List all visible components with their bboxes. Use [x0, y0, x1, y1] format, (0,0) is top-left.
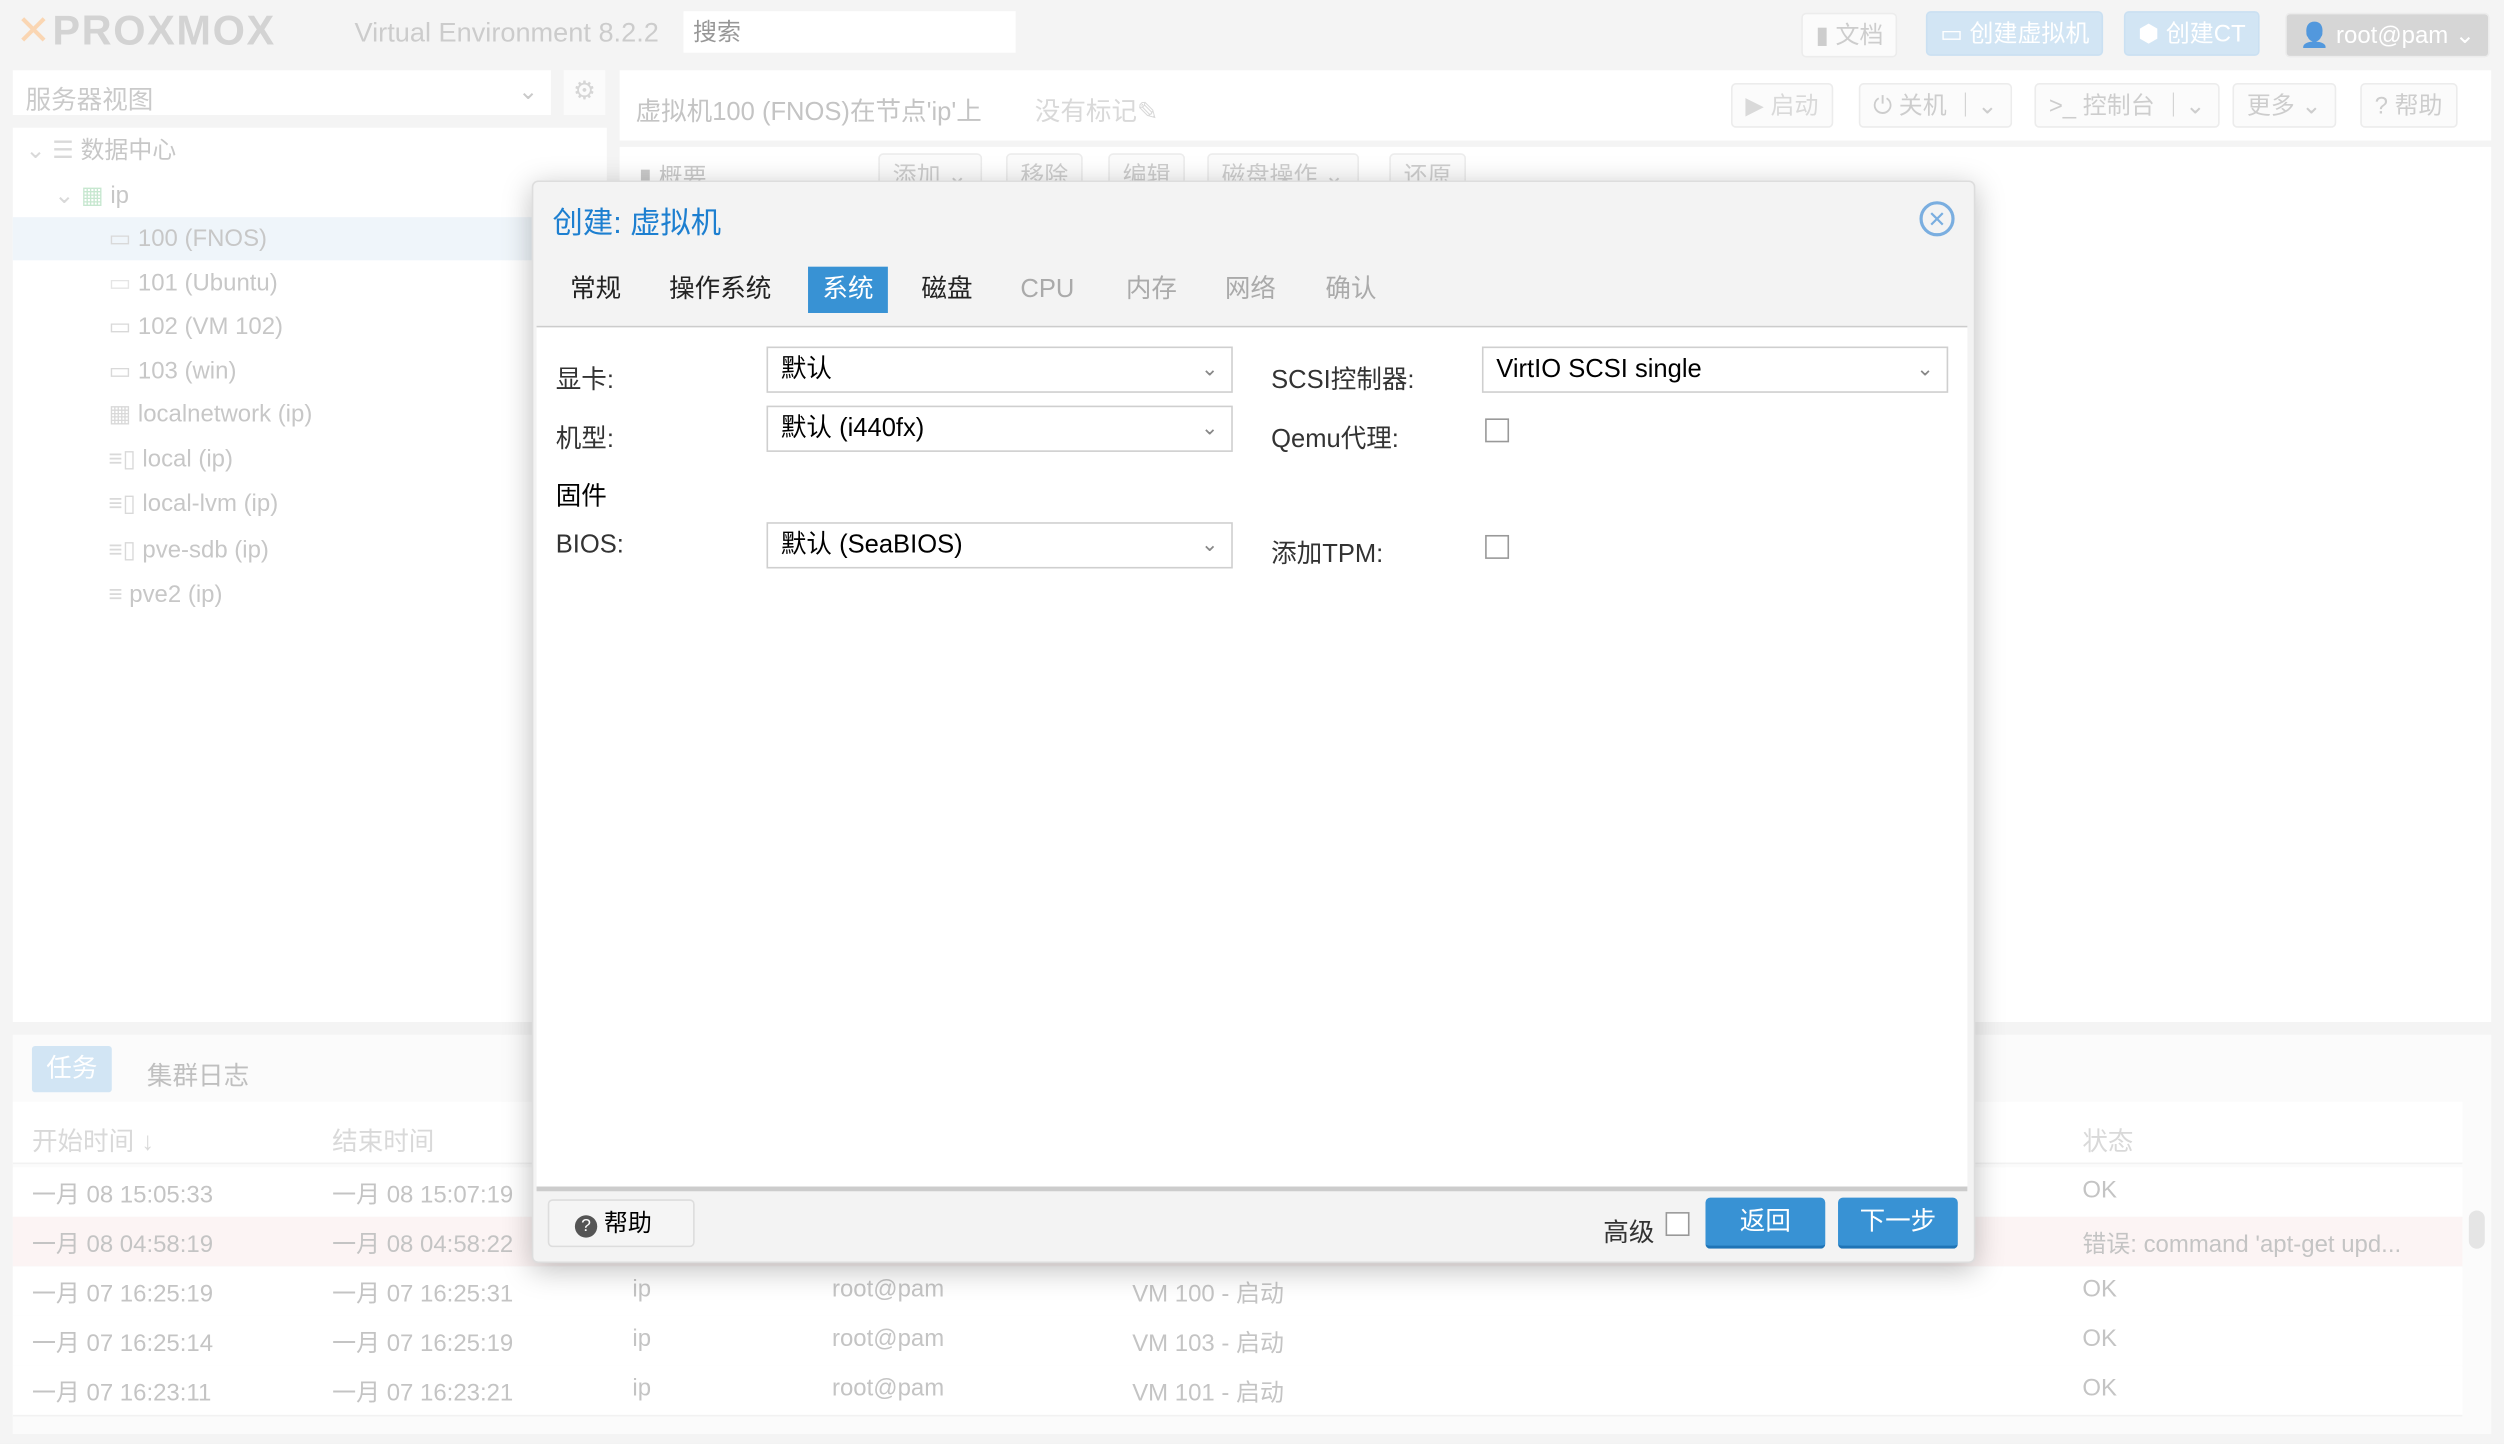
dialog-help-button[interactable]: ? 帮助: [547, 1199, 695, 1248]
chevron-down-icon: ⌄: [1201, 356, 1219, 381]
tab-os[interactable]: 操作系统: [655, 267, 786, 313]
graphics-select[interactable]: 默认 ⌄: [766, 346, 1233, 393]
tab-disk[interactable]: 磁盘: [907, 267, 987, 313]
chevron-down-icon: ⌄: [1201, 415, 1219, 440]
bios-label: BIOS:: [555, 531, 624, 559]
tab-network[interactable]: 网络: [1210, 267, 1290, 313]
close-icon[interactable]: ✕: [1919, 201, 1955, 237]
tab-general[interactable]: 常规: [556, 267, 636, 313]
tpm-label: 添加TPM:: [1271, 541, 1384, 569]
dialog-title: 创建: 虚拟机: [552, 207, 722, 242]
advanced-checkbox[interactable]: [1665, 1212, 1690, 1237]
back-button[interactable]: 返回: [1705, 1197, 1826, 1249]
dialog-body: 显卡: 默认 ⌄ 机型: 默认 (i440fx) ⌄ 固件 BIOS: 默认 (Se…: [536, 325, 1968, 1192]
qemu-agent-checkbox[interactable]: [1485, 418, 1510, 443]
create-vm-dialog: 创建: 虚拟机 ✕ 常规 操作系统 系统 磁盘 CPU 内存 网络 确认 显卡:…: [531, 180, 1976, 1264]
machine-select[interactable]: 默认 (i440fx) ⌄: [766, 405, 1233, 452]
machine-label: 机型:: [555, 426, 614, 454]
next-button[interactable]: 下一步: [1838, 1197, 1958, 1249]
graphics-label: 显卡:: [555, 367, 614, 395]
tab-memory[interactable]: 内存: [1111, 267, 1191, 313]
bios-select[interactable]: 默认 (SeaBIOS) ⌄: [766, 522, 1233, 569]
qemu-agent-label: Qemu代理:: [1271, 426, 1399, 454]
scsi-select[interactable]: VirtIO SCSI single ⌄: [1481, 346, 1949, 393]
tab-confirm[interactable]: 确认: [1311, 267, 1391, 313]
advanced-label: 高级: [1603, 1220, 1655, 1248]
tab-cpu[interactable]: CPU: [1006, 267, 1089, 313]
tpm-checkbox[interactable]: [1485, 534, 1510, 559]
scsi-label: SCSI控制器:: [1271, 367, 1415, 395]
chevron-down-icon: ⌄: [1201, 531, 1219, 556]
chevron-down-icon: ⌄: [1916, 356, 1934, 381]
help-icon: ?: [574, 1215, 598, 1238]
tab-system[interactable]: 系统: [808, 266, 888, 313]
firmware-heading: 固件: [555, 483, 607, 512]
